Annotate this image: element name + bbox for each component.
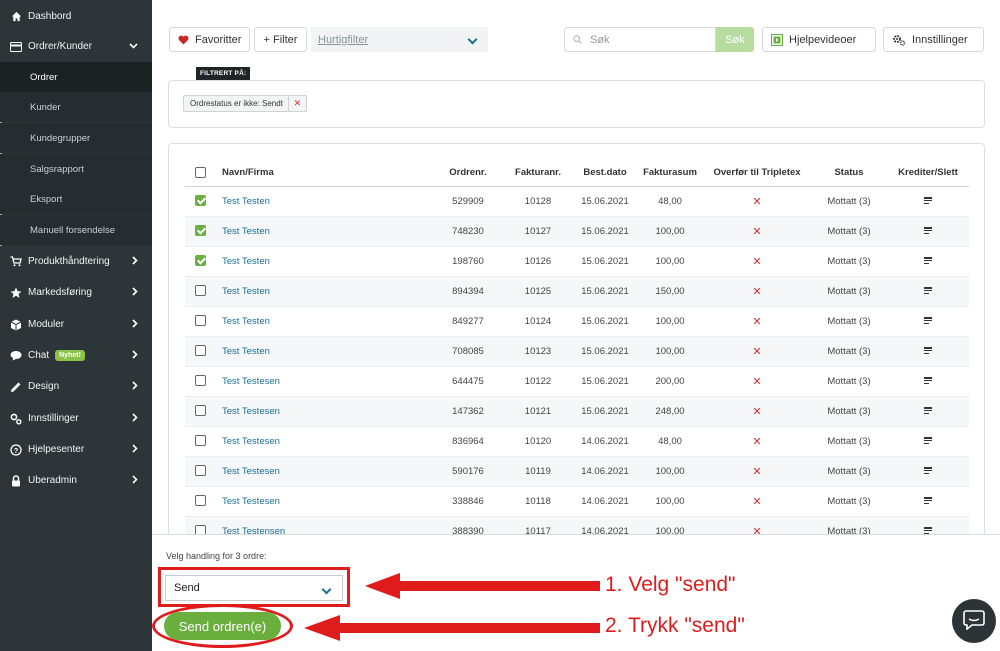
chat-launcher-button[interactable] xyxy=(952,599,996,643)
chat-icon xyxy=(963,609,985,633)
annotation-arrows xyxy=(304,573,600,641)
annotation-step2: 2. Trykk "send" xyxy=(605,614,745,637)
annotation-step1: 1. Velg "send" xyxy=(605,573,736,596)
arrow-step1 xyxy=(365,573,600,599)
arrow-step2 xyxy=(304,615,600,641)
